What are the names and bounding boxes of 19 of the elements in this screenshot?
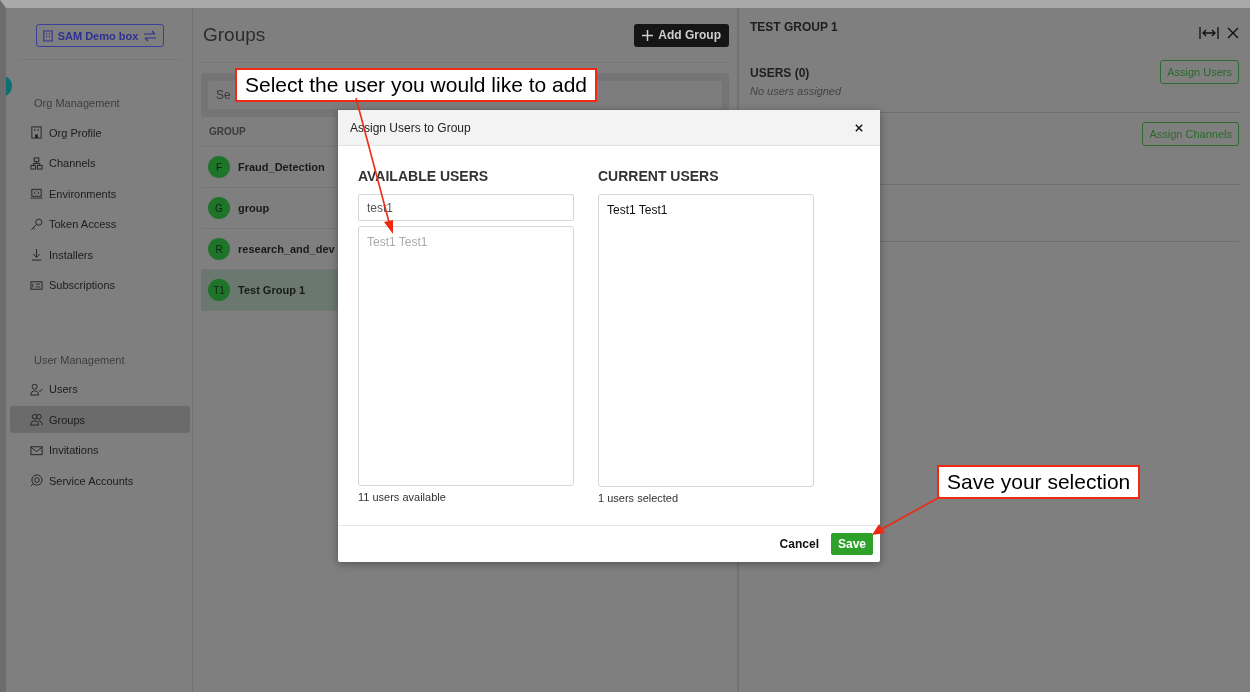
empty-note: No users assigned [750, 85, 842, 97]
section-heading: USERS (0) [750, 66, 811, 80]
section-title: Org Management [34, 97, 121, 109]
callout-tooltip: Select the user you would like to add [235, 68, 598, 102]
group-title: TEST GROUP 1 [750, 19, 838, 34]
column-heading: CURRENT USERS [598, 168, 720, 186]
group-name: Test Group 1 [238, 284, 306, 296]
group-name: group [238, 202, 270, 214]
group-name: Fraud_Detection [238, 161, 325, 173]
user-count: 11 users available [358, 491, 447, 503]
callout-tooltip: Save your selection [937, 465, 1141, 499]
group-name: research_and_dev [238, 243, 335, 255]
avatar-initials: F [208, 156, 230, 178]
avatar-initials: G [208, 197, 230, 219]
page-title: Groups [203, 24, 266, 46]
section-title: User Management [34, 353, 126, 366]
user-count: 1 users selected [598, 492, 680, 504]
avatar-initials: T1 [208, 279, 230, 301]
avatar-initials: R [208, 238, 230, 260]
